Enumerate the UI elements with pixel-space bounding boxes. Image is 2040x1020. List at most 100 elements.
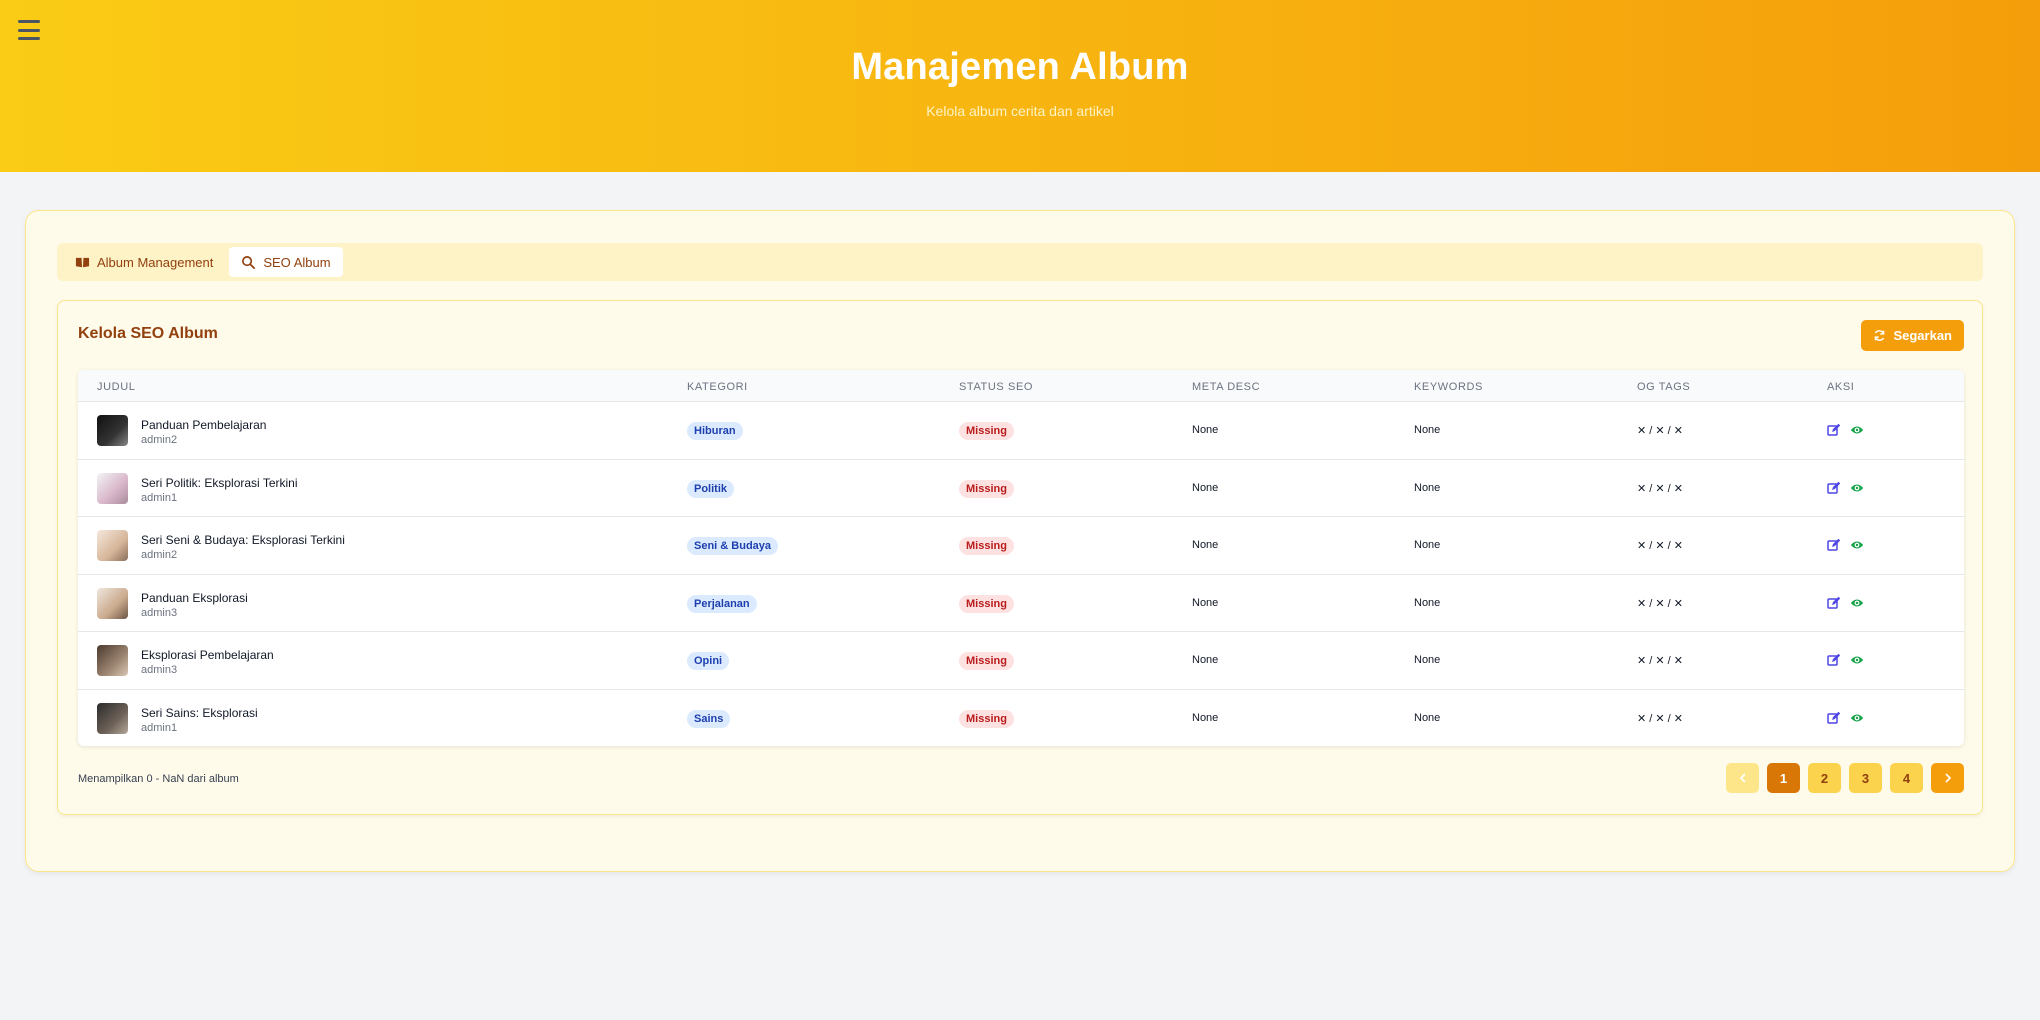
view-icon[interactable] [1850,481,1864,495]
album-author: admin1 [141,491,178,504]
book-icon [75,257,90,267]
seo-table: JUDUL KATEGORI STATUS SEO META DESC KEYW… [78,370,1964,746]
album-author: admin3 [141,606,178,619]
album-title: Seri Sains: Eksplorasi [141,705,258,720]
column-header-keywords: KEYWORDS [1414,381,1483,393]
page-button-3[interactable]: 3 [1849,763,1882,793]
column-header-seo-status: STATUS SEO [959,381,1034,393]
album-thumbnail [97,415,128,446]
album-title: Seri Seni & Budaya: Eksplorasi Terkini [141,533,345,547]
keywords-value: None [1414,539,1441,551]
column-header-title: JUDUL [97,381,136,393]
table-row: Seri Sains: Eksplorasi admin1 Sains Miss… [78,690,1964,747]
seo-status-badge: Missing [959,652,1014,670]
tab-seo-album[interactable]: SEO Album [229,247,343,277]
seo-status-badge: Missing [959,422,1014,440]
category-badge: Politik [687,479,735,498]
keywords-value: None [1414,654,1441,666]
hamburger-menu-icon[interactable] [18,20,40,40]
table-row: Panduan Eksplorasi admin3 Perjalanan Mis… [78,575,1964,632]
meta-desc-value: None [1192,654,1219,666]
album-title: Panduan Eksplorasi [141,590,248,605]
tab-bar: Album Management SEO Album [57,243,1983,281]
category-badge: Hiburan [687,422,743,440]
view-icon[interactable] [1850,538,1864,552]
table-row: Seri Seni & Budaya: Eksplorasi Terkini a… [78,517,1964,575]
page-title: Manajemen Album [851,46,1189,88]
view-icon[interactable] [1850,711,1864,725]
album-author: admin1 [141,721,178,734]
edit-icon[interactable] [1827,481,1841,495]
keywords-value: None [1414,711,1441,724]
table-header: JUDUL KATEGORI STATUS SEO META DESC KEYW… [78,370,1964,402]
og-tags-value: ✕ / ✕ / ✕ [1637,655,1683,667]
category-badge: Perjalanan [687,594,757,613]
keywords-value: None [1414,424,1441,436]
edit-icon[interactable] [1827,653,1841,667]
meta-desc-value: None [1192,481,1219,494]
chevron-right-icon [1944,773,1951,783]
album-thumbnail [97,530,128,561]
table-row: Eksplorasi Pembelajaran admin3 Opini Mis… [78,632,1964,690]
table-row: Seri Politik: Eksplorasi Terkini admin1 … [78,460,1964,517]
category-badge: Sains [687,709,731,728]
meta-desc-value: None [1192,596,1219,609]
page-button-4[interactable]: 4 [1890,763,1923,793]
category-badge: Opini [687,652,730,670]
edit-icon[interactable] [1827,596,1841,610]
next-page-button[interactable] [1931,763,1964,793]
chevron-left-icon [1739,773,1746,783]
album-title: Seri Politik: Eksplorasi Terkini [141,475,298,490]
page-button-2[interactable]: 2 [1808,763,1841,793]
album-title: Panduan Pembelajaran [141,418,267,432]
results-summary: Menampilkan 0 - NaN dari album [78,773,239,785]
album-title: Eksplorasi Pembelajaran [141,648,274,662]
panel-title: Kelola SEO Album [78,325,218,342]
album-author: admin3 [141,664,178,676]
column-header-og-tags: OG TAGS [1637,381,1691,393]
refresh-label: Segarkan [1893,328,1952,343]
tab-label: Album Management [97,254,214,270]
seo-panel: Kelola SEO Album Segarkan JUDUL KATEGORI… [57,300,1983,815]
seo-status-badge: Missing [959,537,1014,555]
tab-album-management[interactable]: Album Management [63,247,225,277]
column-header-category: KATEGORI [687,381,748,393]
view-icon[interactable] [1850,423,1864,437]
view-icon[interactable] [1850,653,1864,667]
meta-desc-value: None [1192,424,1219,436]
table-row: Panduan Pembelajaran admin2 Hiburan Miss… [78,402,1964,460]
album-thumbnail [97,645,128,676]
edit-icon[interactable] [1827,538,1841,552]
edit-icon[interactable] [1827,423,1841,437]
album-author: admin2 [141,434,178,446]
album-thumbnail [97,587,128,619]
keywords-value: None [1414,596,1441,609]
edit-icon[interactable] [1827,711,1841,725]
column-header-actions: AKSI [1827,381,1855,393]
view-icon[interactable] [1850,596,1864,610]
album-thumbnail [97,702,128,734]
pagination: 1 2 3 4 [1726,763,1964,793]
page-button-1[interactable]: 1 [1767,763,1800,793]
refresh-button[interactable]: Segarkan [1861,320,1964,351]
search-icon [242,255,256,269]
meta-desc-value: None [1192,539,1219,551]
album-author: admin2 [141,549,178,561]
prev-page-button[interactable] [1726,763,1759,793]
seo-status-badge: Missing [959,479,1014,498]
tab-label: SEO Album [263,254,331,270]
og-tags-value: ✕ / ✕ / ✕ [1637,540,1683,552]
table-body: Panduan Pembelajaran admin2 Hiburan Miss… [78,402,1964,746]
category-badge: Seni & Budaya [687,537,779,555]
seo-status-badge: Missing [959,709,1014,728]
main-card: Album Management SEO Album Kelola SEO Al… [25,210,2015,872]
page-header: Manajemen Album Kelola album cerita dan … [0,0,2040,172]
og-tags-value: ✕ / ✕ / ✕ [1637,482,1683,495]
page-subtitle: Kelola album cerita dan artikel [926,103,1114,119]
meta-desc-value: None [1192,711,1219,724]
seo-status-badge: Missing [959,594,1014,613]
column-header-meta-desc: META DESC [1192,381,1261,393]
og-tags-value: ✕ / ✕ / ✕ [1637,712,1683,725]
refresh-icon [1875,330,1885,341]
og-tags-value: ✕ / ✕ / ✕ [1637,425,1683,437]
